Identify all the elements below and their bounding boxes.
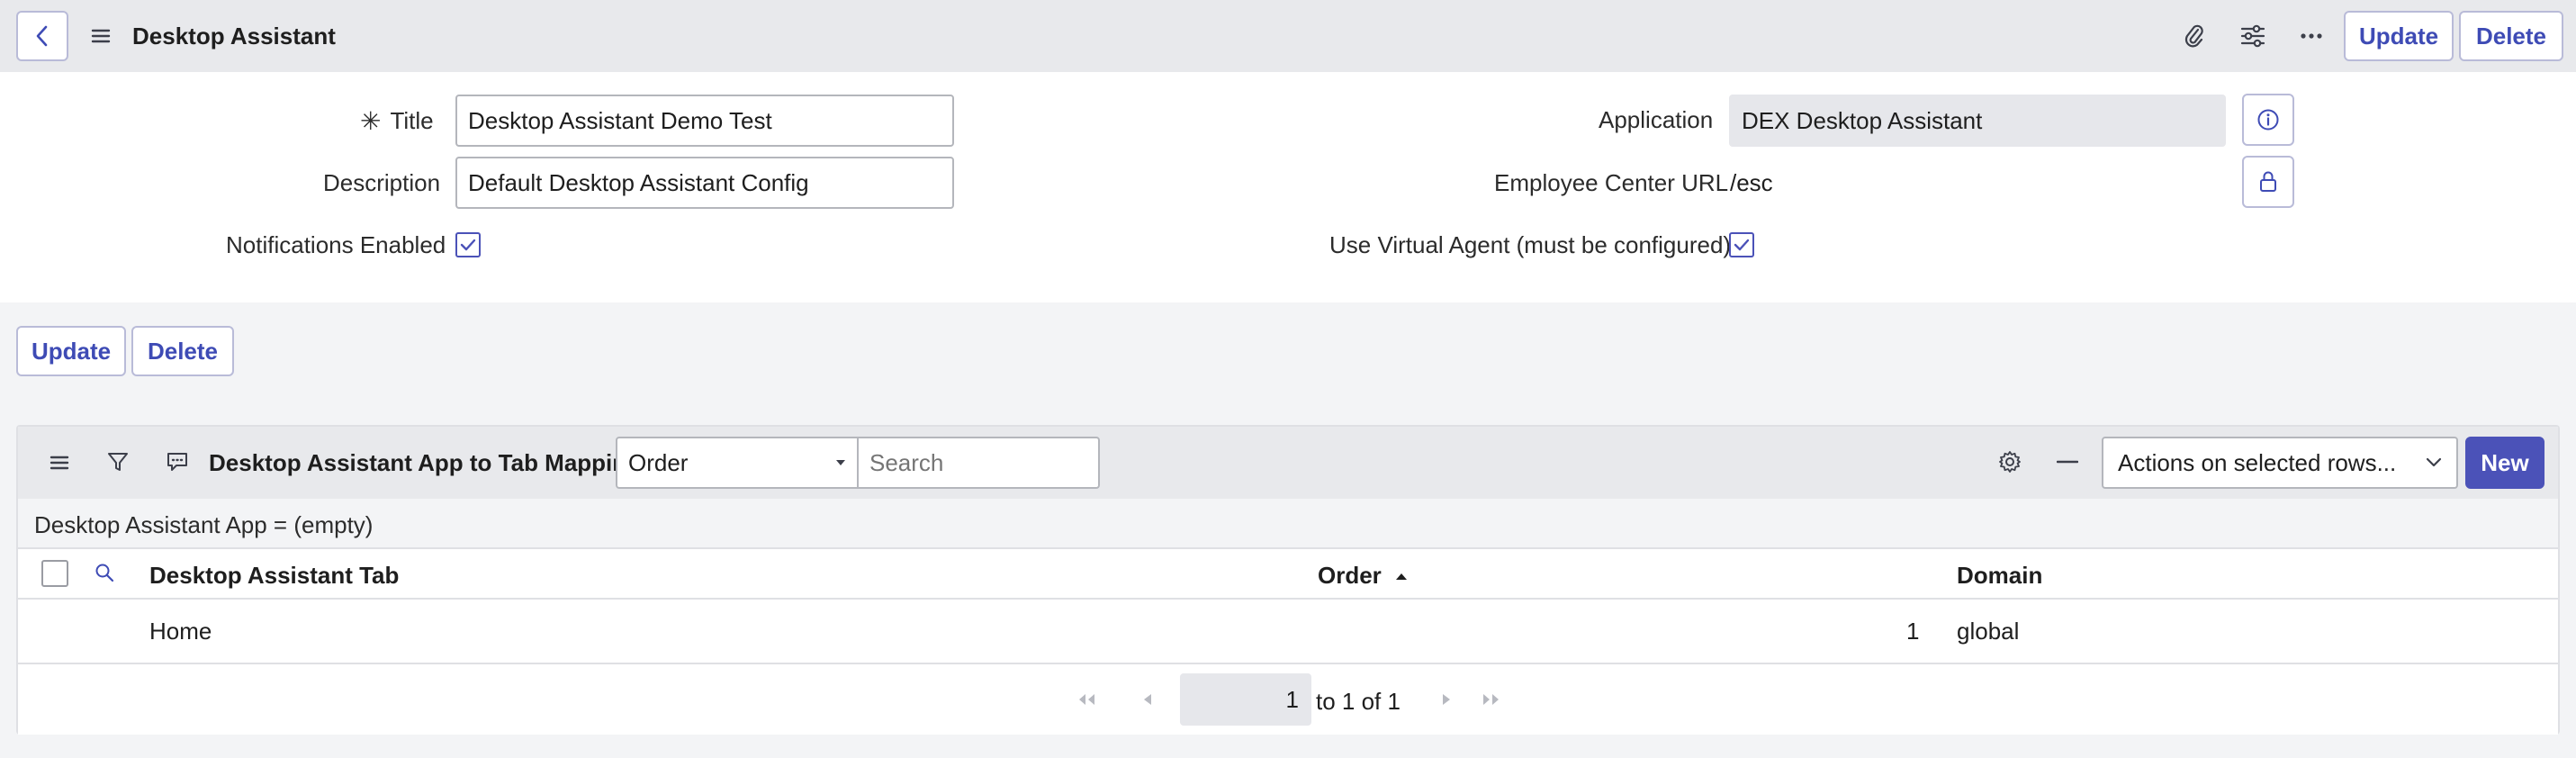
mandatory-icon: ✳ [360, 107, 382, 135]
comment-icon [167, 453, 187, 471]
row-tab-link[interactable]: Home [149, 618, 212, 645]
paperclip-icon [2184, 24, 2203, 48]
previous-page-button [1134, 686, 1161, 713]
caret-down-icon [836, 460, 845, 465]
application-field: DEX Desktop Assistant [1729, 95, 2226, 147]
search-input[interactable] [857, 437, 1100, 489]
new-button[interactable]: New [2465, 437, 2544, 489]
context-menu-button[interactable] [86, 22, 115, 50]
ellipsis-icon [2301, 33, 2322, 39]
form-update-button[interactable]: Update [16, 326, 126, 376]
page-title: Desktop Assistant [132, 23, 336, 50]
table-header-row: Desktop Assistant Tab Order Domain [18, 549, 2558, 600]
ec-url-label: Employee Center URL [1494, 169, 1729, 196]
funnel-icon [108, 453, 128, 471]
column-header-order[interactable]: Order [1318, 562, 1409, 590]
title-field[interactable]: Desktop Assistant Demo Test [455, 95, 954, 147]
column-search-button[interactable] [90, 558, 119, 587]
hamburger-icon [91, 29, 111, 43]
virtual-agent-checkbox[interactable] [1729, 232, 1754, 257]
column-header-tab[interactable]: Desktop Assistant Tab [149, 562, 399, 590]
notifications-checkbox[interactable] [455, 232, 481, 257]
more-options-button[interactable] [2293, 18, 2329, 54]
title-label: ✳ Title [360, 106, 434, 136]
back-button[interactable] [16, 11, 68, 61]
attachment-button[interactable] [2176, 18, 2212, 54]
gear-icon [1999, 451, 2021, 473]
header-delete-button[interactable]: Delete [2459, 11, 2563, 61]
header-update-button[interactable]: Update [2344, 11, 2454, 61]
related-list-toolbar: Desktop Assistant App to Tab Mappings Or… [18, 427, 2558, 499]
page-number-value: 1 [1285, 685, 1299, 713]
application-label: Application [1599, 106, 1714, 133]
column-header-order-label: Order [1318, 562, 1382, 589]
pagination: 1 to 1 of 1 [18, 664, 2558, 735]
actions-select-value: Actions on selected rows... [2118, 448, 2397, 476]
related-list: Desktop Assistant App to Tab Mappings Or… [16, 425, 2560, 735]
search-icon [95, 564, 114, 582]
list-comments-button[interactable] [162, 447, 193, 477]
first-page-button [1073, 686, 1100, 713]
related-list-title: Desktop Assistant App to Tab Mappings [209, 449, 654, 476]
row-order-value[interactable]: 1 [1906, 618, 1919, 645]
form-header: Desktop Assistant Update Delete [0, 0, 2576, 72]
select-all-checkbox[interactable] [41, 560, 68, 587]
virtual-agent-label: Use Virtual Agent (must be configured) [1329, 231, 1732, 258]
filter-button[interactable] [103, 447, 133, 477]
ec-url-link[interactable]: /esc [1730, 169, 1773, 197]
collapse-list-button[interactable] [2052, 447, 2083, 477]
lock-icon [2260, 171, 2276, 192]
page-number-input[interactable]: 1 [1180, 673, 1311, 726]
info-icon [2257, 109, 2279, 131]
sort-ascending-icon [1395, 573, 1407, 580]
page-range-text: to 1 of 1 [1316, 688, 1401, 715]
actions-select[interactable]: Actions on selected rows... [2102, 437, 2458, 489]
checkmark-icon [1734, 239, 1750, 251]
next-page-button [1433, 686, 1460, 713]
double-chevron-right-icon [1483, 694, 1499, 705]
chevron-left-icon [1144, 694, 1151, 705]
form-body: ✳ Title Desktop Assistant Demo Test Desc… [0, 72, 2576, 302]
notifications-label: Notifications Enabled [226, 231, 446, 258]
description-field[interactable]: Default Desktop Assistant Config [455, 157, 954, 209]
chevron-down-icon [2426, 457, 2442, 467]
search-field-select[interactable]: Order [616, 437, 859, 489]
filter-breadcrumb-bar: Desktop Assistant App = (empty) [18, 499, 2558, 549]
application-info-button[interactable] [2242, 94, 2294, 146]
filter-breadcrumb[interactable]: Desktop Assistant App = (empty) [34, 511, 373, 539]
description-label: Description [323, 169, 441, 196]
form-delete-button[interactable]: Delete [131, 326, 234, 376]
row-domain-value: global [1957, 618, 2020, 645]
title-label-text: Title [390, 107, 434, 134]
double-chevron-left-icon [1079, 694, 1094, 705]
list-menu-button[interactable] [45, 448, 74, 477]
last-page-button [1478, 686, 1505, 713]
sliders-icon [2240, 24, 2265, 48]
checkmark-icon [460, 239, 476, 251]
chevron-right-icon [1443, 694, 1450, 705]
unlock-url-button[interactable] [2242, 156, 2294, 208]
list-settings-button[interactable] [1995, 447, 2025, 477]
table-row: Home 1 global [18, 600, 2558, 664]
search-field-value: Order [628, 448, 689, 476]
personalize-form-button[interactable] [2235, 18, 2271, 54]
hamburger-icon [50, 456, 69, 470]
minus-icon [2057, 460, 2078, 464]
column-header-domain[interactable]: Domain [1957, 562, 2042, 590]
chevron-left-icon [36, 25, 48, 47]
